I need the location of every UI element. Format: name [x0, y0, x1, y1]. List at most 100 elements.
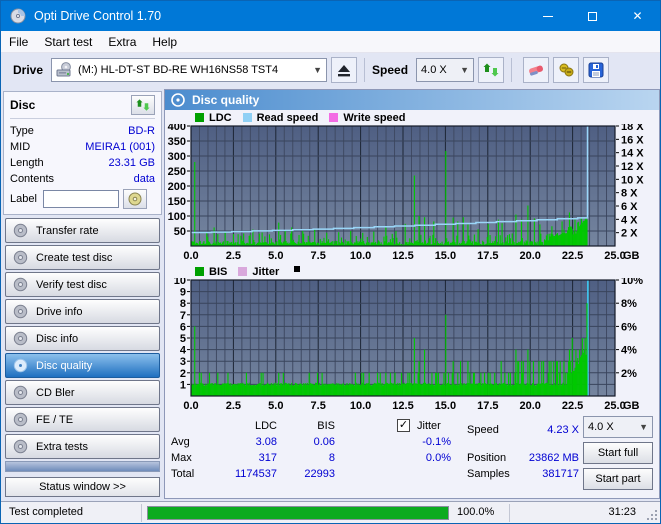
disc-icon	[128, 192, 142, 206]
svg-text:400: 400	[168, 124, 186, 133]
sidebar-item-extra-tests[interactable]: Extra tests	[5, 434, 160, 459]
sidebar-item-cd-bler[interactable]: CD Bler	[5, 380, 160, 405]
sidebar-item-disc-quality[interactable]: Disc quality	[5, 353, 160, 378]
minimize-button[interactable]	[525, 1, 570, 31]
svg-text:4%: 4%	[621, 345, 637, 357]
save-button[interactable]	[583, 57, 610, 83]
svg-text:2.5: 2.5	[226, 250, 241, 262]
label-field-caption: Label	[10, 193, 37, 205]
disc-row-contents: Contents data	[10, 173, 155, 185]
maximize-button[interactable]	[570, 1, 615, 31]
disc-type-value: BD-R	[128, 125, 155, 137]
sidebar-item-verify-test-disc[interactable]: Verify test disc	[5, 272, 160, 297]
svg-text:6%: 6%	[621, 321, 637, 333]
tools-icon	[559, 63, 574, 77]
position-stat-value: 23862 MB	[528, 452, 579, 464]
svg-text:GB: GB	[623, 400, 640, 412]
speed-combo-value: 4.0 X	[421, 64, 447, 76]
close-button[interactable]: ✕	[615, 1, 660, 31]
svg-text:8%: 8%	[621, 298, 637, 310]
eject-button[interactable]	[331, 57, 358, 83]
disc-row-mid: MID MEIRA1 (001)	[10, 141, 155, 153]
disc-icon	[13, 304, 28, 319]
disc-icon	[13, 331, 28, 346]
svg-text:5: 5	[180, 333, 186, 345]
status-bar: Test completed 100.0% 31:23	[1, 501, 660, 523]
sidebar-item-transfer-rate[interactable]: Transfer rate	[5, 218, 160, 243]
app-icon	[10, 8, 26, 24]
menu-bar: File Start test Extra Help	[1, 31, 660, 53]
refresh-button[interactable]	[478, 57, 505, 83]
speed-stat-value: 4.23 X	[547, 424, 579, 436]
disc-icon	[13, 277, 28, 292]
erase-disc-button[interactable]	[523, 57, 550, 83]
progress-fill	[148, 507, 448, 519]
svg-text:200: 200	[168, 181, 186, 193]
max-ldc-value: 317	[258, 452, 277, 464]
chevron-down-icon: ▼	[460, 65, 470, 75]
disc-icon	[13, 223, 28, 238]
disc-label-button[interactable]	[122, 189, 147, 209]
jitter-legend-label: Jitter	[252, 265, 280, 278]
save-icon	[588, 62, 604, 78]
drive-combo-value: (M:) HL-DT-ST BD-RE WH16NS58 TST4	[78, 64, 279, 76]
svg-text:350: 350	[168, 136, 186, 148]
sidebar-item-drive-info[interactable]: Drive info	[5, 299, 160, 324]
disc-icon	[13, 412, 28, 427]
bis-legend-swatch	[195, 267, 204, 276]
position-stat-label: Position	[467, 452, 507, 464]
sidebar-item-label: Transfer rate	[36, 224, 99, 237]
resize-grip[interactable]	[646, 509, 658, 521]
menu-item-start-test[interactable]: Start test	[36, 33, 100, 51]
disc-icon	[13, 358, 28, 373]
total-row-label: Total	[171, 468, 195, 480]
overflow-marker-icon	[294, 265, 301, 272]
toolbar-separator	[364, 58, 366, 82]
svg-text:20.0: 20.0	[519, 250, 540, 262]
menu-item-extra[interactable]: Extra	[100, 33, 144, 51]
status-window-button[interactable]: Status window >>	[5, 477, 160, 497]
start-part-button[interactable]: Start part	[583, 468, 653, 490]
speed-select[interactable]: 4.0 X ▼	[583, 416, 653, 438]
stats-area: LDC BIS ✓ Jitter Avg 3.08 0.06 -0.1% Max…	[165, 414, 659, 492]
svg-text:17.5: 17.5	[477, 400, 498, 412]
svg-text:10 X: 10 X	[621, 174, 644, 186]
svg-text:18 X: 18 X	[621, 124, 644, 133]
close-icon: ✕	[632, 9, 643, 23]
sidebar-item-create-test-disc[interactable]: Create test disc	[5, 245, 160, 270]
minimize-icon	[542, 15, 553, 17]
svg-text:8 X: 8 X	[621, 188, 638, 200]
drive-combo[interactable]: (M:) HL-DT-ST BD-RE WH16NS58 TST4 ▼	[51, 58, 328, 82]
sidebar: Disc Type BD-R MID MEIRA1 (001) Length 23.3…	[1, 87, 164, 501]
sidebar-item-label: Create test disc	[36, 251, 113, 264]
jitter-legend-swatch	[238, 267, 248, 276]
svg-text:12.5: 12.5	[392, 400, 413, 412]
speed-combo[interactable]: 4.0 X ▼	[416, 58, 475, 82]
disc-refresh-button[interactable]	[131, 95, 155, 115]
label-input[interactable]	[42, 190, 119, 208]
svg-text:GB: GB	[623, 250, 640, 262]
sidebar-item-fe-te[interactable]: FE / TE	[5, 407, 160, 432]
svg-text:4 X: 4 X	[621, 214, 638, 226]
sidebar-item-label: Disc info	[36, 332, 79, 345]
disc-label-row: Label	[10, 189, 155, 209]
total-bis-value: 22993	[304, 468, 335, 480]
avg-jitter-value: -0.1%	[422, 436, 451, 448]
sidebar-item-disc-info[interactable]: Disc info	[5, 326, 160, 351]
svg-text:9: 9	[180, 287, 186, 299]
svg-text:7.5: 7.5	[311, 250, 326, 262]
disc-icon	[13, 385, 28, 400]
jitter-checkbox[interactable]: ✓	[397, 419, 410, 432]
maximize-icon	[588, 11, 597, 21]
svg-text:2 X: 2 X	[621, 228, 638, 240]
settings-button[interactable]	[553, 57, 580, 83]
disc-panel-title: Disc	[10, 98, 36, 112]
svg-text:5.0: 5.0	[268, 250, 283, 262]
menu-item-file[interactable]: File	[1, 33, 36, 51]
disc-contents-value: data	[133, 173, 155, 185]
menu-item-help[interactable]: Help	[144, 33, 185, 51]
main-area: Disc Type BD-R MID MEIRA1 (001) Length 23.3…	[1, 87, 660, 501]
start-full-button[interactable]: Start full	[583, 442, 653, 464]
toolbar: Drive (M:) HL-DT-ST BD-RE WH16NS58 TST4 …	[1, 53, 660, 87]
ldc-column-header: LDC	[254, 420, 277, 432]
